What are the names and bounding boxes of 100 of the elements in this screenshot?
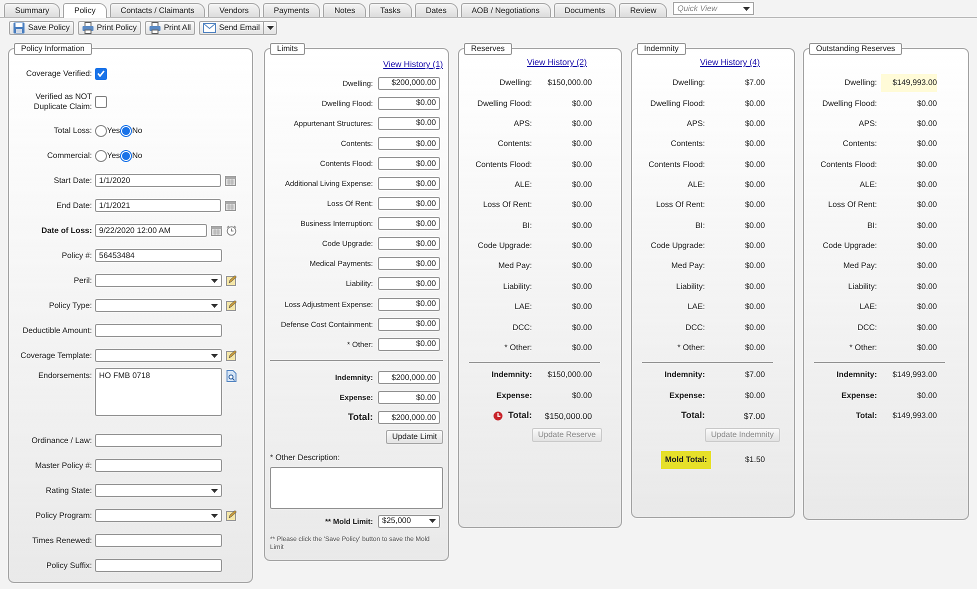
date-field[interactable]: 1/1/2021 [95,199,221,212]
amount-field[interactable]: $0.00 [378,390,440,404]
amount-field[interactable]: $0.00 [378,197,440,210]
amount-value: $0.00 [570,241,592,251]
clock-icon[interactable] [226,225,237,236]
tab[interactable]: AOB / Negotiations [460,3,551,17]
caret-icon [211,278,218,282]
text-field[interactable] [95,559,222,572]
amount-value: $150,000.00 [546,370,592,380]
field-label: Med Pay: [497,261,532,272]
amount-field[interactable]: $200,000.00 [378,370,440,384]
mold-limit-dropdown[interactable]: $25,000 [378,514,440,528]
amount-field[interactable]: $200,000.00 [378,76,440,90]
tab[interactable]: Summary [4,3,60,17]
update-limit-button[interactable]: Update Limit [386,430,443,444]
history-link[interactable]: View History (2) [527,57,587,73]
amount-field[interactable]: $0.00 [378,318,440,331]
amount-value: $0.00 [744,200,765,210]
history-link[interactable]: View History (1) [383,59,443,73]
field-label: Coverage Template: [20,350,93,360]
print-button[interactable]: Print Policy [78,21,141,35]
amount-value: $0.00 [744,390,765,400]
amount-value: $0.00 [570,139,592,149]
date-field[interactable]: 9/22/2020 12:00 AM [95,224,207,237]
amount-value: $0.00 [744,220,765,230]
radio-button[interactable] [120,124,132,136]
field-label: DCC: [856,322,877,332]
amount-value: $0.00 [570,98,592,108]
radio-button[interactable] [120,150,132,162]
dropdown-field[interactable] [95,274,222,287]
field-label: Policy Type: [48,300,93,310]
tab[interactable]: Payments [262,3,320,17]
dropdown-field[interactable] [95,509,222,522]
field-label: Expense: [841,390,877,400]
document-search-icon[interactable] [226,370,237,382]
radio-label: No [132,150,142,160]
field-label: Peril: [72,276,93,286]
edit-icon[interactable] [226,350,237,361]
field-label: Contents Flood: [474,160,532,170]
printer-icon [148,22,161,34]
endorsements-field[interactable]: HO FMB 0718 [95,368,222,416]
tab[interactable]: Tasks [369,3,412,17]
amount-field[interactable]: $0.00 [378,237,440,250]
amount-field[interactable]: $0.00 [378,136,440,150]
description-field[interactable] [270,467,443,510]
amount-field[interactable]: $0.00 [378,116,440,130]
tab[interactable]: Policy [63,3,107,18]
tab[interactable]: Review [619,3,668,17]
amount-field[interactable]: $0.00 [378,177,440,190]
amount-value: $1.50 [744,455,765,465]
amount-field[interactable]: $0.00 [378,96,440,110]
text-field[interactable] [95,459,222,472]
checkbox[interactable] [95,96,107,108]
amount-field[interactable]: $0.00 [378,257,440,270]
dropdown-field[interactable] [95,349,222,362]
date-field[interactable]: 1/1/2020 [95,174,221,187]
tab[interactable]: Vendors [208,3,260,17]
calendar-icon[interactable] [211,226,222,236]
history-link[interactable]: View History (4) [700,57,760,73]
save-button[interactable]: Save Policy [9,21,74,35]
tab[interactable]: Contacts / Claimants [110,3,206,17]
amount-value: $149,993.00 [892,370,937,380]
dropdown-field[interactable] [95,484,222,497]
field-label: Commercial: [46,150,93,160]
text-field[interactable] [95,534,222,547]
amount-field[interactable]: $0.00 [378,156,440,170]
field-label: Indemnity: [664,370,705,380]
field-label: Loss Of Rent: [827,200,877,210]
amount-field[interactable]: $0.00 [378,338,440,351]
edit-icon[interactable] [226,300,237,311]
edit-icon[interactable] [226,510,237,521]
field-label: Expense: [496,390,532,400]
edit-icon[interactable] [226,275,237,286]
text-field[interactable] [95,434,222,447]
tab[interactable]: Notes [323,3,366,17]
amount-field[interactable]: $0.00 [378,298,440,311]
checkbox[interactable] [95,68,107,80]
calendar-icon[interactable] [225,176,236,186]
amount-value: $0.00 [916,261,937,272]
amount-field[interactable]: $0.00 [378,217,440,230]
dropdown-field[interactable] [95,299,222,312]
amount-value: $0.00 [916,220,937,230]
text-field[interactable] [95,324,222,337]
radio-button[interactable] [95,124,107,136]
field-label: Endorsements: [37,370,93,381]
text-field[interactable]: 56453484 [95,249,222,262]
envelope-icon [202,23,216,33]
amount-field[interactable]: $0.00 [378,277,440,290]
print-button[interactable]: Print All [144,21,195,35]
amount-value: $0.00 [744,282,765,292]
section-title: Policy Information [14,43,92,55]
quick-view-dropdown[interactable]: Quick View [673,2,754,15]
field-label: BI: [521,220,532,230]
calendar-icon[interactable] [225,200,236,210]
radio-button[interactable] [95,150,107,162]
tab[interactable]: Documents [554,3,616,17]
amount-field[interactable]: $200,000.00 [378,411,440,424]
field-label: Ordinance / Law: [30,436,93,446]
email-button[interactable]: Send Email [198,21,277,35]
tab[interactable]: Dates [414,3,458,17]
